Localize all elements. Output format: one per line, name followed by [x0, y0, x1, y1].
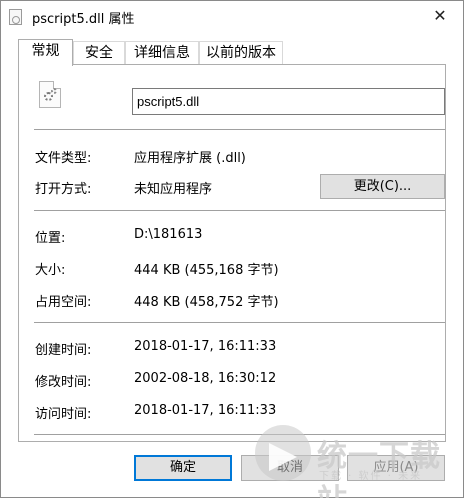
location-label: 位置:	[35, 231, 66, 246]
size-on-disk-label: 占用空间:	[35, 295, 92, 310]
title-bar[interactable]: pscript5.dll 属性 ✕	[1, 1, 463, 33]
location-value: D:\181613	[134, 227, 203, 242]
properties-window: pscript5.dll 属性 ✕ 常规 安全 详细信息 以前的版本 文件类型:…	[0, 0, 464, 498]
divider	[34, 129, 445, 130]
cancel-button[interactable]: 取消	[241, 455, 339, 481]
modified-label: 修改时间:	[35, 375, 92, 390]
opens-with-value: 未知应用程序	[134, 182, 213, 197]
created-label: 创建时间:	[35, 343, 92, 358]
modified-value: ‎2002‎-08‎-18, ‏‎16:30:12	[134, 371, 277, 386]
close-button[interactable]: ✕	[426, 5, 454, 27]
opens-with-label: 打开方式:	[35, 182, 92, 197]
file-type-label: 文件类型:	[35, 151, 92, 166]
accessed-label: 访问时间:	[35, 407, 92, 422]
size-on-disk-value: 448 KB (458,752 字节)	[134, 295, 279, 310]
change-button[interactable]: 更改(C)...	[320, 174, 445, 199]
dll-gear-file-icon	[39, 81, 61, 108]
accessed-value: ‎2018‎-01‎-17, ‏‎16:11:33	[134, 403, 277, 418]
tab-general[interactable]: 常规	[18, 39, 73, 66]
tab-previous-versions[interactable]: 以前的版本	[199, 41, 283, 65]
filename-input[interactable]	[132, 88, 445, 115]
divider	[34, 210, 445, 211]
size-label: 大小:	[35, 263, 66, 278]
window-title: pscript5.dll 属性	[32, 12, 135, 27]
divider	[34, 434, 445, 435]
tab-security[interactable]: 安全	[73, 41, 125, 65]
file-icon	[9, 9, 22, 25]
divider	[34, 322, 445, 323]
gear-small-icon	[51, 88, 57, 94]
file-type-value: 应用程序扩展 (.dll)	[134, 151, 246, 166]
ok-button[interactable]: 确定	[134, 455, 232, 481]
apply-button[interactable]: 应用(A)	[347, 455, 445, 481]
created-value: ‎2018‎-01‎-17, ‏‎16:11:33	[134, 339, 277, 354]
tab-details[interactable]: 详细信息	[125, 41, 199, 65]
size-value: 444 KB (455,168 字节)	[134, 263, 279, 278]
